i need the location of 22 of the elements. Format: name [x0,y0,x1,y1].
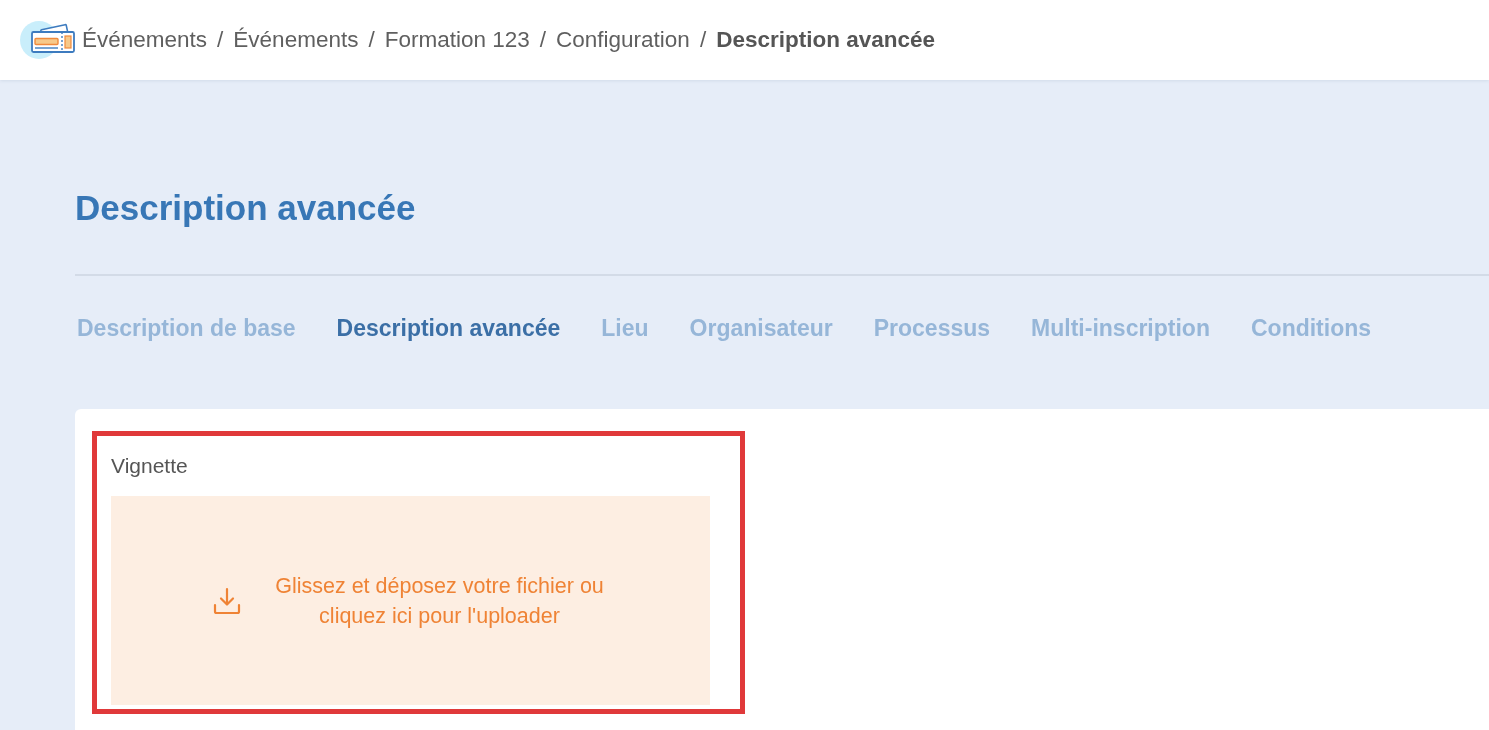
breadcrumb-current: Description avancée [716,27,935,53]
dropzone-instructions: Glissez et déposez votre fichier ou cliquez ici pour l'uploader [275,572,604,630]
breadcrumb-separator: / [539,27,547,53]
page-title: Description avancée [75,188,416,228]
tab[interactable]: Description de base [77,315,296,341]
breadcrumb-separator: / [699,27,707,53]
breadcrumb-link[interactable]: Événements [82,27,208,53]
tab[interactable]: Conditions [1250,315,1372,341]
tab[interactable]: Description avancée [336,315,561,341]
file-dropzone[interactable]: Glissez et déposez votre fichier ou cliquez ici pour l'uploader [111,496,710,705]
tab[interactable]: Lieu [601,315,649,341]
download-icon [213,586,242,615]
tab[interactable]: Organisateur [689,315,833,341]
tab[interactable]: Multi-inscription [1031,315,1210,341]
breadcrumb-link[interactable]: Événements [233,27,359,53]
breadcrumb-link[interactable]: Formation 123 [384,27,530,53]
breadcrumb-separator: / [368,27,375,53]
breadcrumb-link[interactable]: Configuration [556,27,690,53]
ticket-logo-icon [20,20,76,60]
field-label: Vignette [111,453,188,479]
breadcrumb-separator: / [217,27,224,53]
tab[interactable]: Processus [873,315,991,341]
